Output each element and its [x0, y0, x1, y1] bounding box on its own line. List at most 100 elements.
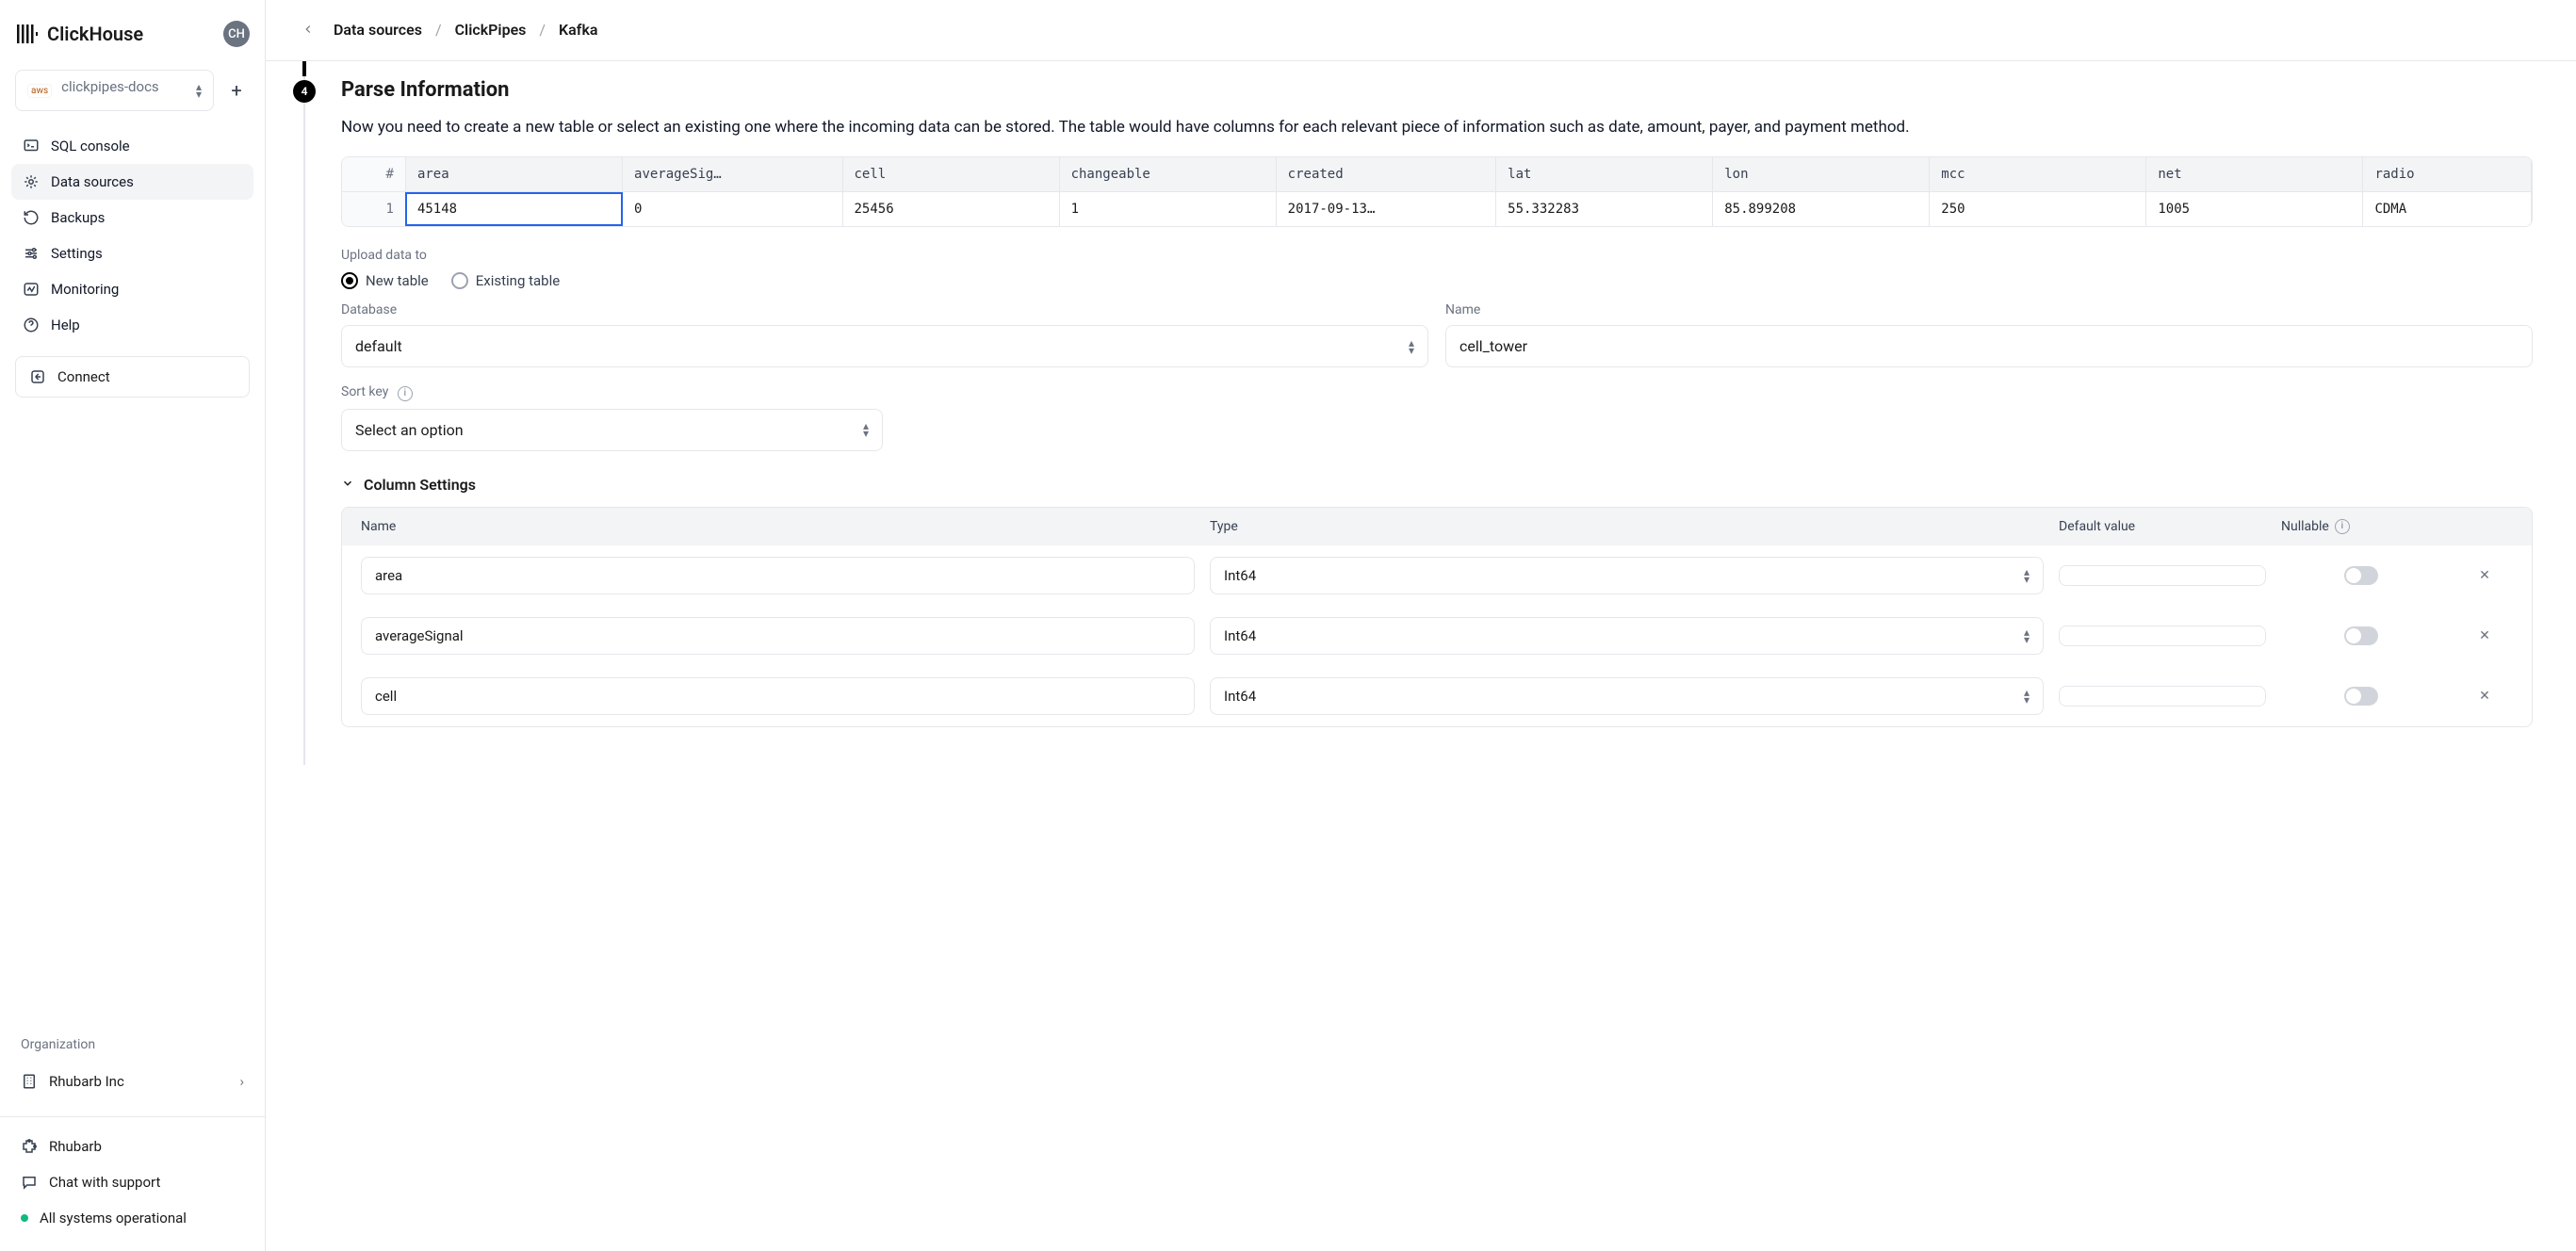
column-type-select[interactable]: Int64 ▴▾ [1210, 557, 2044, 594]
nav-monitoring[interactable]: Monitoring [11, 271, 253, 307]
nullable-toggle[interactable] [2344, 566, 2378, 585]
crumb-clickpipes[interactable]: ClickPipes [455, 21, 527, 39]
column-name-input[interactable]: cell [361, 677, 1195, 715]
col-header[interactable]: averageSig… [623, 157, 842, 192]
main: Data sources / ClickPipes / Kafka 4 Pars… [266, 0, 2576, 1251]
delete-column-button[interactable]: ✕ [2474, 626, 2495, 646]
column-default-input[interactable] [2059, 686, 2266, 707]
chevron-right-icon: › [239, 1073, 244, 1090]
org-selector[interactable]: Rhubarb Inc › [15, 1064, 250, 1099]
upload-label: Upload data to [341, 248, 2533, 263]
building-icon [21, 1073, 38, 1090]
brand-row: ClickHouse CH [0, 15, 265, 60]
chevron-updown-icon: ▴▾ [2024, 568, 2030, 583]
content: 4 Parse Information Now you need to crea… [266, 61, 2576, 765]
cell[interactable]: 0 [623, 192, 842, 227]
column-row: cell Int64 ▴▾ ✕ [342, 666, 2532, 726]
upload-radio-group: New table Existing table [341, 272, 2533, 289]
nullable-toggle[interactable] [2344, 687, 2378, 706]
nullable-toggle[interactable] [2344, 626, 2378, 645]
connect-icon [29, 368, 46, 385]
footer-status[interactable]: All systems operational [15, 1200, 250, 1236]
nav-settings[interactable]: Settings [11, 236, 253, 271]
org-label: Organization [15, 1037, 250, 1052]
chevron-updown-icon: ▴▾ [2024, 628, 2030, 643]
footer-chat-support[interactable]: Chat with support [15, 1164, 250, 1200]
breadcrumb-bar: Data sources / ClickPipes / Kafka [266, 0, 2576, 61]
crumb-kafka[interactable]: Kafka [559, 21, 597, 39]
data-sources-icon [23, 173, 40, 190]
radio-new-table[interactable]: New table [341, 272, 429, 289]
cs-header-name: Name [361, 519, 1195, 534]
sortkey-select[interactable]: Select an option ▴▾ [341, 409, 883, 451]
column-type-select[interactable]: Int64 ▴▾ [1210, 617, 2044, 655]
nav-help[interactable]: Help [11, 307, 253, 343]
col-header[interactable]: cell [842, 157, 1059, 192]
column-type-select[interactable]: Int64 ▴▾ [1210, 677, 2044, 715]
cell[interactable]: 85.899208 [1713, 192, 1930, 227]
nav-label: Backups [51, 209, 105, 226]
cell[interactable]: 55.332283 [1496, 192, 1713, 227]
chevron-updown-icon: ▴▾ [196, 83, 202, 98]
cell[interactable]: CDMA [2363, 192, 2532, 227]
preview-table: # area averageSig… cell changeable creat… [341, 156, 2533, 227]
sortkey-label: Sort key i [341, 384, 2533, 401]
col-header[interactable]: lon [1713, 157, 1930, 192]
connect-button[interactable]: Connect [15, 356, 250, 398]
avatar[interactable]: CH [223, 21, 250, 47]
crumb-data-sources[interactable]: Data sources [334, 21, 422, 39]
cell[interactable]: 250 [1930, 192, 2146, 227]
aws-icon: aws [27, 84, 52, 98]
radio-existing-table[interactable]: Existing table [451, 272, 560, 289]
cs-header-nullable: Nullable i [2281, 519, 2441, 534]
chat-icon [21, 1174, 38, 1191]
workspace-name: clickpipes-docs [61, 78, 187, 95]
nav-sql-console[interactable]: SQL console [11, 128, 253, 164]
col-header[interactable]: lat [1496, 157, 1713, 192]
column-settings-toggle[interactable]: Column Settings [341, 476, 2533, 494]
puzzle-icon [21, 1138, 38, 1155]
delete-column-button[interactable]: ✕ [2474, 565, 2495, 586]
column-default-input[interactable] [2059, 626, 2266, 646]
back-button[interactable] [298, 19, 318, 40]
col-header[interactable]: net [2146, 157, 2363, 192]
nav: SQL console Data sources Backups Setting… [0, 128, 265, 343]
cell[interactable]: 25456 [842, 192, 1059, 227]
database-label: Database [341, 302, 1428, 317]
cell[interactable]: 45148 [405, 192, 622, 227]
monitoring-icon [23, 281, 40, 298]
database-select[interactable]: default ▴▾ [341, 325, 1428, 367]
column-default-input[interactable] [2059, 565, 2266, 586]
column-name-input[interactable]: area [361, 557, 1195, 594]
col-header[interactable]: area [405, 157, 622, 192]
table-name-input[interactable]: cell_tower [1445, 325, 2533, 367]
status-dot-icon [21, 1214, 28, 1222]
column-row: area Int64 ▴▾ ✕ [342, 545, 2532, 606]
footer-rhubarb[interactable]: Rhubarb [15, 1129, 250, 1164]
cell[interactable]: 1 [1059, 192, 1276, 227]
workspace-selector[interactable]: aws clickpipes-docs ▴▾ [15, 70, 214, 111]
chevron-updown-icon: ▴▾ [1409, 339, 1414, 354]
cell[interactable]: 2017-09-13… [1276, 192, 1495, 227]
info-icon[interactable]: i [2335, 519, 2350, 534]
nav-data-sources[interactable]: Data sources [11, 164, 253, 200]
info-icon[interactable]: i [398, 386, 413, 401]
timeline-line [303, 61, 305, 765]
backups-icon [23, 209, 40, 226]
col-header[interactable]: radio [2363, 157, 2532, 192]
status-text: All systems operational [40, 1210, 187, 1227]
add-workspace-button[interactable]: + [223, 77, 250, 104]
step-number-badge: 4 [293, 80, 316, 103]
col-header[interactable]: created [1276, 157, 1495, 192]
help-icon [23, 317, 40, 333]
col-header[interactable]: mcc [1930, 157, 2146, 192]
cell[interactable]: 1005 [2146, 192, 2363, 227]
nav-backups[interactable]: Backups [11, 200, 253, 236]
delete-column-button[interactable]: ✕ [2474, 686, 2495, 707]
nav-label: Help [51, 317, 80, 333]
section-title: Parse Information [341, 61, 2533, 102]
chevron-down-icon [341, 476, 354, 494]
col-header[interactable]: changeable [1059, 157, 1276, 192]
column-name-input[interactable]: averageSignal [361, 617, 1195, 655]
chevron-updown-icon: ▴▾ [863, 422, 869, 437]
